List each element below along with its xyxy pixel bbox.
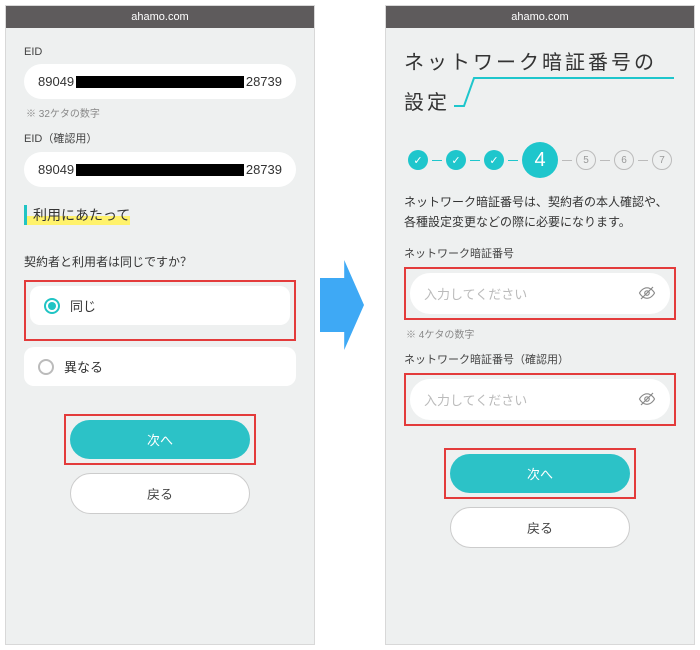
progress-stepper: 4 5 6 7 bbox=[404, 142, 676, 178]
back-button[interactable]: 戻る bbox=[450, 507, 630, 548]
next-button[interactable]: 次へ bbox=[70, 420, 250, 459]
step-todo: 6 bbox=[614, 150, 634, 170]
same-user-question: 契約者と利用者は同じですか？ bbox=[24, 253, 296, 270]
pin-confirm-placeholder: 入力してください bbox=[424, 390, 527, 409]
eye-off-icon[interactable] bbox=[638, 390, 656, 408]
screen-left: ahamo.com EID 89049 28739 ※ 32ケタの数字 EID（… bbox=[5, 5, 315, 645]
step-done-icon bbox=[408, 150, 428, 170]
pin-confirm-label: ネットワーク暗証番号（確認用） bbox=[404, 351, 676, 367]
pin-placeholder: 入力してください bbox=[424, 284, 527, 303]
step-current: 4 bbox=[522, 142, 558, 178]
pin-description: ネットワーク暗証番号は、契約者の本人確認や、各種設定変更などの際に必要になります… bbox=[404, 192, 676, 233]
eid-suffix: 28739 bbox=[246, 74, 282, 89]
url-bar: ahamo.com bbox=[6, 6, 314, 28]
radio-icon bbox=[44, 298, 60, 314]
eid-confirm-redacted bbox=[76, 164, 244, 176]
radio-label-same: 同じ bbox=[70, 296, 96, 315]
highlight-pin-confirm-input: 入力してください bbox=[404, 373, 676, 426]
highlight-same-option: 同じ bbox=[24, 280, 296, 341]
radio-option-diff[interactable]: 異なる bbox=[24, 347, 296, 386]
page-title-line2: 設定 bbox=[404, 92, 450, 114]
eye-off-icon[interactable] bbox=[638, 284, 656, 302]
eid-confirm-input[interactable]: 89049 28739 bbox=[24, 152, 296, 187]
usage-section-title: 利用にあたって bbox=[24, 205, 130, 225]
pin-note: ※ 4ケタの数字 bbox=[406, 326, 674, 341]
pin-label: ネットワーク暗証番号 bbox=[404, 245, 676, 261]
screen-right: ahamo.com ネットワーク暗証番号の 設定 4 5 6 7 ネットワーク暗… bbox=[385, 5, 695, 645]
eid-confirm-suffix: 28739 bbox=[246, 162, 282, 177]
radio-icon bbox=[38, 359, 54, 375]
eid-label: EID bbox=[24, 46, 296, 58]
step-done-icon bbox=[484, 150, 504, 170]
eid-confirm-prefix: 89049 bbox=[38, 162, 74, 177]
next-button[interactable]: 次へ bbox=[450, 454, 630, 493]
radio-label-diff: 異なる bbox=[64, 357, 103, 376]
pin-confirm-input[interactable]: 入力してください bbox=[410, 379, 670, 420]
eid-prefix: 89049 bbox=[38, 74, 74, 89]
step-todo: 7 bbox=[652, 150, 672, 170]
back-button[interactable]: 戻る bbox=[70, 473, 250, 514]
highlight-next-button: 次へ bbox=[444, 448, 636, 499]
highlight-next-button: 次へ bbox=[64, 414, 256, 465]
pin-input[interactable]: 入力してください bbox=[410, 273, 670, 314]
eid-redacted bbox=[76, 76, 244, 88]
highlight-pin-input: 入力してください bbox=[404, 267, 676, 320]
url-bar: ahamo.com bbox=[386, 6, 694, 28]
eid-note: ※ 32ケタの数字 bbox=[26, 105, 294, 120]
page-title-wrap: ネットワーク暗証番号の 設定 bbox=[404, 48, 676, 118]
radio-option-same[interactable]: 同じ bbox=[30, 286, 290, 325]
title-underline-icon bbox=[454, 76, 674, 110]
page-title-line1: ネットワーク暗証番号の bbox=[404, 48, 676, 78]
eid-input[interactable]: 89049 28739 bbox=[24, 64, 296, 99]
eid-confirm-label: EID（確認用） bbox=[24, 130, 296, 146]
step-todo: 5 bbox=[576, 150, 596, 170]
step-done-icon bbox=[446, 150, 466, 170]
